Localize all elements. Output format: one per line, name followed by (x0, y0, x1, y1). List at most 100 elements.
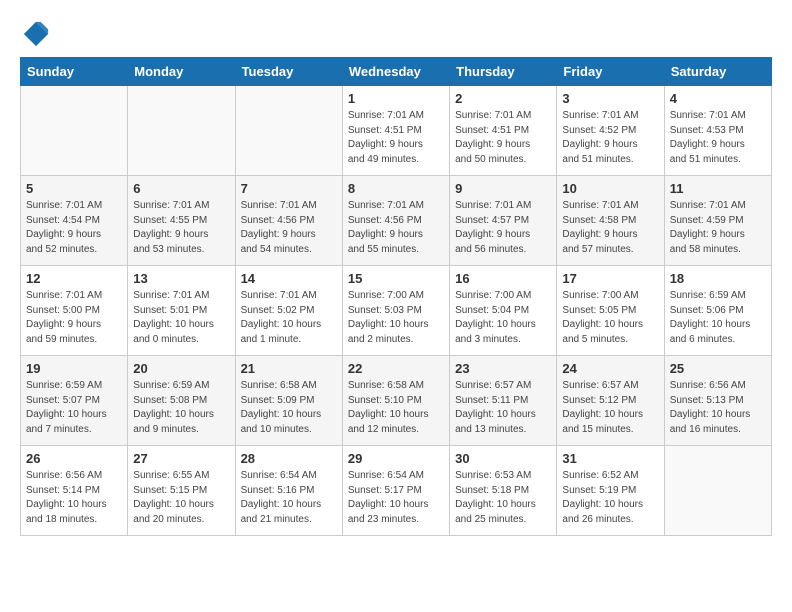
calendar-cell: 27 Sunrise: 6:55 AM Sunset: 5:15 PM Dayli… (128, 446, 235, 536)
day-number: 31 (562, 451, 658, 466)
header-day-saturday: Saturday (664, 58, 771, 86)
calendar-cell: 17 Sunrise: 7:00 AM Sunset: 5:05 PM Dayli… (557, 266, 664, 356)
logo (20, 20, 50, 47)
day-info: Sunrise: 7:00 AM Sunset: 5:04 PM Dayligh… (455, 289, 551, 347)
calendar-header-row: SundayMondayTuesdayWednesdayThursdayFrid… (21, 58, 772, 86)
calendar-cell: 28 Sunrise: 6:54 AM Sunset: 5:16 PM Dayli… (235, 446, 342, 536)
day-number: 1 (348, 91, 444, 106)
day-info: Sunrise: 7:01 AM Sunset: 4:58 PM Dayligh… (562, 199, 658, 257)
day-number: 16 (455, 271, 551, 286)
day-info: Sunrise: 6:52 AM Sunset: 5:19 PM Dayligh… (562, 469, 658, 527)
calendar-cell: 19Sunrise: 6:59 AM Sunset: 5:07 PM Dayli… (21, 356, 128, 446)
day-info: Sunrise: 6:56 AM Sunset: 5:14 PM Dayligh… (26, 469, 122, 527)
calendar-cell: 1 Sunrise: 7:01 AM Sunset: 4:51 PM Daylig… (342, 86, 449, 176)
calendar-week-row: 12 Sunrise: 7:01 AM Sunset: 5:00 PM Dayli… (21, 266, 772, 356)
day-info: Sunrise: 6:57 AM Sunset: 5:11 PM Dayligh… (455, 379, 551, 437)
calendar-cell: 7 Sunrise: 7:01 AM Sunset: 4:56 PM Daylig… (235, 176, 342, 266)
day-number: 29 (348, 451, 444, 466)
header-day-sunday: Sunday (21, 58, 128, 86)
calendar-cell: 20 Sunrise: 6:59 AM Sunset: 5:08 PM Dayli… (128, 356, 235, 446)
day-number: 25 (670, 361, 766, 376)
header-day-tuesday: Tuesday (235, 58, 342, 86)
day-number: 19 (26, 361, 122, 376)
calendar-cell (21, 86, 128, 176)
calendar-cell: 6Sunrise: 7:01 AM Sunset: 4:55 PM Daylig… (128, 176, 235, 266)
calendar-cell (235, 86, 342, 176)
logo-icon (22, 20, 50, 48)
day-number: 28 (241, 451, 337, 466)
calendar-cell: 15 Sunrise: 7:00 AM Sunset: 5:03 PM Dayli… (342, 266, 449, 356)
calendar-cell: 14 Sunrise: 7:01 AM Sunset: 5:02 PM Dayli… (235, 266, 342, 356)
day-number: 20 (133, 361, 229, 376)
day-number: 26 (26, 451, 122, 466)
calendar-cell: 13Sunrise: 7:01 AM Sunset: 5:01 PM Dayli… (128, 266, 235, 356)
day-info: Sunrise: 6:59 AM Sunset: 5:08 PM Dayligh… (133, 379, 229, 437)
day-info: Sunrise: 7:01 AM Sunset: 4:56 PM Dayligh… (348, 199, 444, 257)
calendar-cell (128, 86, 235, 176)
calendar-week-row: 5Sunrise: 7:01 AM Sunset: 4:54 PM Daylig… (21, 176, 772, 266)
calendar-cell: 18Sunrise: 6:59 AM Sunset: 5:06 PM Dayli… (664, 266, 771, 356)
day-number: 2 (455, 91, 551, 106)
day-info: Sunrise: 6:53 AM Sunset: 5:18 PM Dayligh… (455, 469, 551, 527)
header-day-friday: Friday (557, 58, 664, 86)
day-info: Sunrise: 7:01 AM Sunset: 4:51 PM Dayligh… (348, 109, 444, 167)
calendar-cell (664, 446, 771, 536)
calendar-cell: 30 Sunrise: 6:53 AM Sunset: 5:18 PM Dayli… (450, 446, 557, 536)
day-info: Sunrise: 7:01 AM Sunset: 4:52 PM Dayligh… (562, 109, 658, 167)
calendar-cell: 25 Sunrise: 6:56 AM Sunset: 5:13 PM Dayli… (664, 356, 771, 446)
day-info: Sunrise: 7:00 AM Sunset: 5:05 PM Dayligh… (562, 289, 658, 347)
day-info: Sunrise: 7:01 AM Sunset: 5:02 PM Dayligh… (241, 289, 337, 347)
day-number: 14 (241, 271, 337, 286)
calendar-cell: 24Sunrise: 6:57 AM Sunset: 5:12 PM Dayli… (557, 356, 664, 446)
header-day-monday: Monday (128, 58, 235, 86)
calendar-table: SundayMondayTuesdayWednesdayThursdayFrid… (20, 57, 772, 536)
calendar-cell: 22Sunrise: 6:58 AM Sunset: 5:10 PM Dayli… (342, 356, 449, 446)
calendar-week-row: 26 Sunrise: 6:56 AM Sunset: 5:14 PM Dayli… (21, 446, 772, 536)
day-number: 17 (562, 271, 658, 286)
calendar-cell: 11Sunrise: 7:01 AM Sunset: 4:59 PM Dayli… (664, 176, 771, 266)
day-info: Sunrise: 7:01 AM Sunset: 4:55 PM Dayligh… (133, 199, 229, 257)
calendar-cell: 26 Sunrise: 6:56 AM Sunset: 5:14 PM Dayli… (21, 446, 128, 536)
calendar-cell: 12 Sunrise: 7:01 AM Sunset: 5:00 PM Dayli… (21, 266, 128, 356)
calendar-week-row: 19Sunrise: 6:59 AM Sunset: 5:07 PM Dayli… (21, 356, 772, 446)
day-number: 21 (241, 361, 337, 376)
calendar-cell: 16 Sunrise: 7:00 AM Sunset: 5:04 PM Dayli… (450, 266, 557, 356)
calendar-cell: 21 Sunrise: 6:58 AM Sunset: 5:09 PM Dayli… (235, 356, 342, 446)
day-number: 15 (348, 271, 444, 286)
day-number: 18 (670, 271, 766, 286)
day-info: Sunrise: 6:57 AM Sunset: 5:12 PM Dayligh… (562, 379, 658, 437)
day-number: 27 (133, 451, 229, 466)
calendar-cell: 23Sunrise: 6:57 AM Sunset: 5:11 PM Dayli… (450, 356, 557, 446)
day-number: 12 (26, 271, 122, 286)
day-info: Sunrise: 7:01 AM Sunset: 4:54 PM Dayligh… (26, 199, 122, 257)
day-number: 10 (562, 181, 658, 196)
calendar-cell: 4Sunrise: 7:01 AM Sunset: 4:53 PM Daylig… (664, 86, 771, 176)
day-number: 8 (348, 181, 444, 196)
day-number: 4 (670, 91, 766, 106)
calendar-cell: 2 Sunrise: 7:01 AM Sunset: 4:51 PM Daylig… (450, 86, 557, 176)
day-info: Sunrise: 6:54 AM Sunset: 5:17 PM Dayligh… (348, 469, 444, 527)
calendar-cell: 9Sunrise: 7:01 AM Sunset: 4:57 PM Daylig… (450, 176, 557, 266)
calendar-cell: 3Sunrise: 7:01 AM Sunset: 4:52 PM Daylig… (557, 86, 664, 176)
calendar-cell: 29 Sunrise: 6:54 AM Sunset: 5:17 PM Dayli… (342, 446, 449, 536)
calendar-cell: 5Sunrise: 7:01 AM Sunset: 4:54 PM Daylig… (21, 176, 128, 266)
day-number: 7 (241, 181, 337, 196)
day-info: Sunrise: 7:00 AM Sunset: 5:03 PM Dayligh… (348, 289, 444, 347)
day-info: Sunrise: 6:58 AM Sunset: 5:09 PM Dayligh… (241, 379, 337, 437)
calendar-cell: 8 Sunrise: 7:01 AM Sunset: 4:56 PM Daylig… (342, 176, 449, 266)
page-header (20, 20, 772, 47)
calendar-week-row: 1 Sunrise: 7:01 AM Sunset: 4:51 PM Daylig… (21, 86, 772, 176)
header-day-wednesday: Wednesday (342, 58, 449, 86)
day-info: Sunrise: 6:56 AM Sunset: 5:13 PM Dayligh… (670, 379, 766, 437)
day-info: Sunrise: 6:58 AM Sunset: 5:10 PM Dayligh… (348, 379, 444, 437)
day-info: Sunrise: 7:01 AM Sunset: 4:56 PM Dayligh… (241, 199, 337, 257)
day-info: Sunrise: 7:01 AM Sunset: 5:01 PM Dayligh… (133, 289, 229, 347)
day-info: Sunrise: 6:55 AM Sunset: 5:15 PM Dayligh… (133, 469, 229, 527)
day-number: 30 (455, 451, 551, 466)
calendar-cell: 31 Sunrise: 6:52 AM Sunset: 5:19 PM Dayli… (557, 446, 664, 536)
calendar-cell: 10 Sunrise: 7:01 AM Sunset: 4:58 PM Dayli… (557, 176, 664, 266)
day-info: Sunrise: 7:01 AM Sunset: 5:00 PM Dayligh… (26, 289, 122, 347)
day-info: Sunrise: 7:01 AM Sunset: 4:51 PM Dayligh… (455, 109, 551, 167)
day-info: Sunrise: 6:54 AM Sunset: 5:16 PM Dayligh… (241, 469, 337, 527)
header-day-thursday: Thursday (450, 58, 557, 86)
